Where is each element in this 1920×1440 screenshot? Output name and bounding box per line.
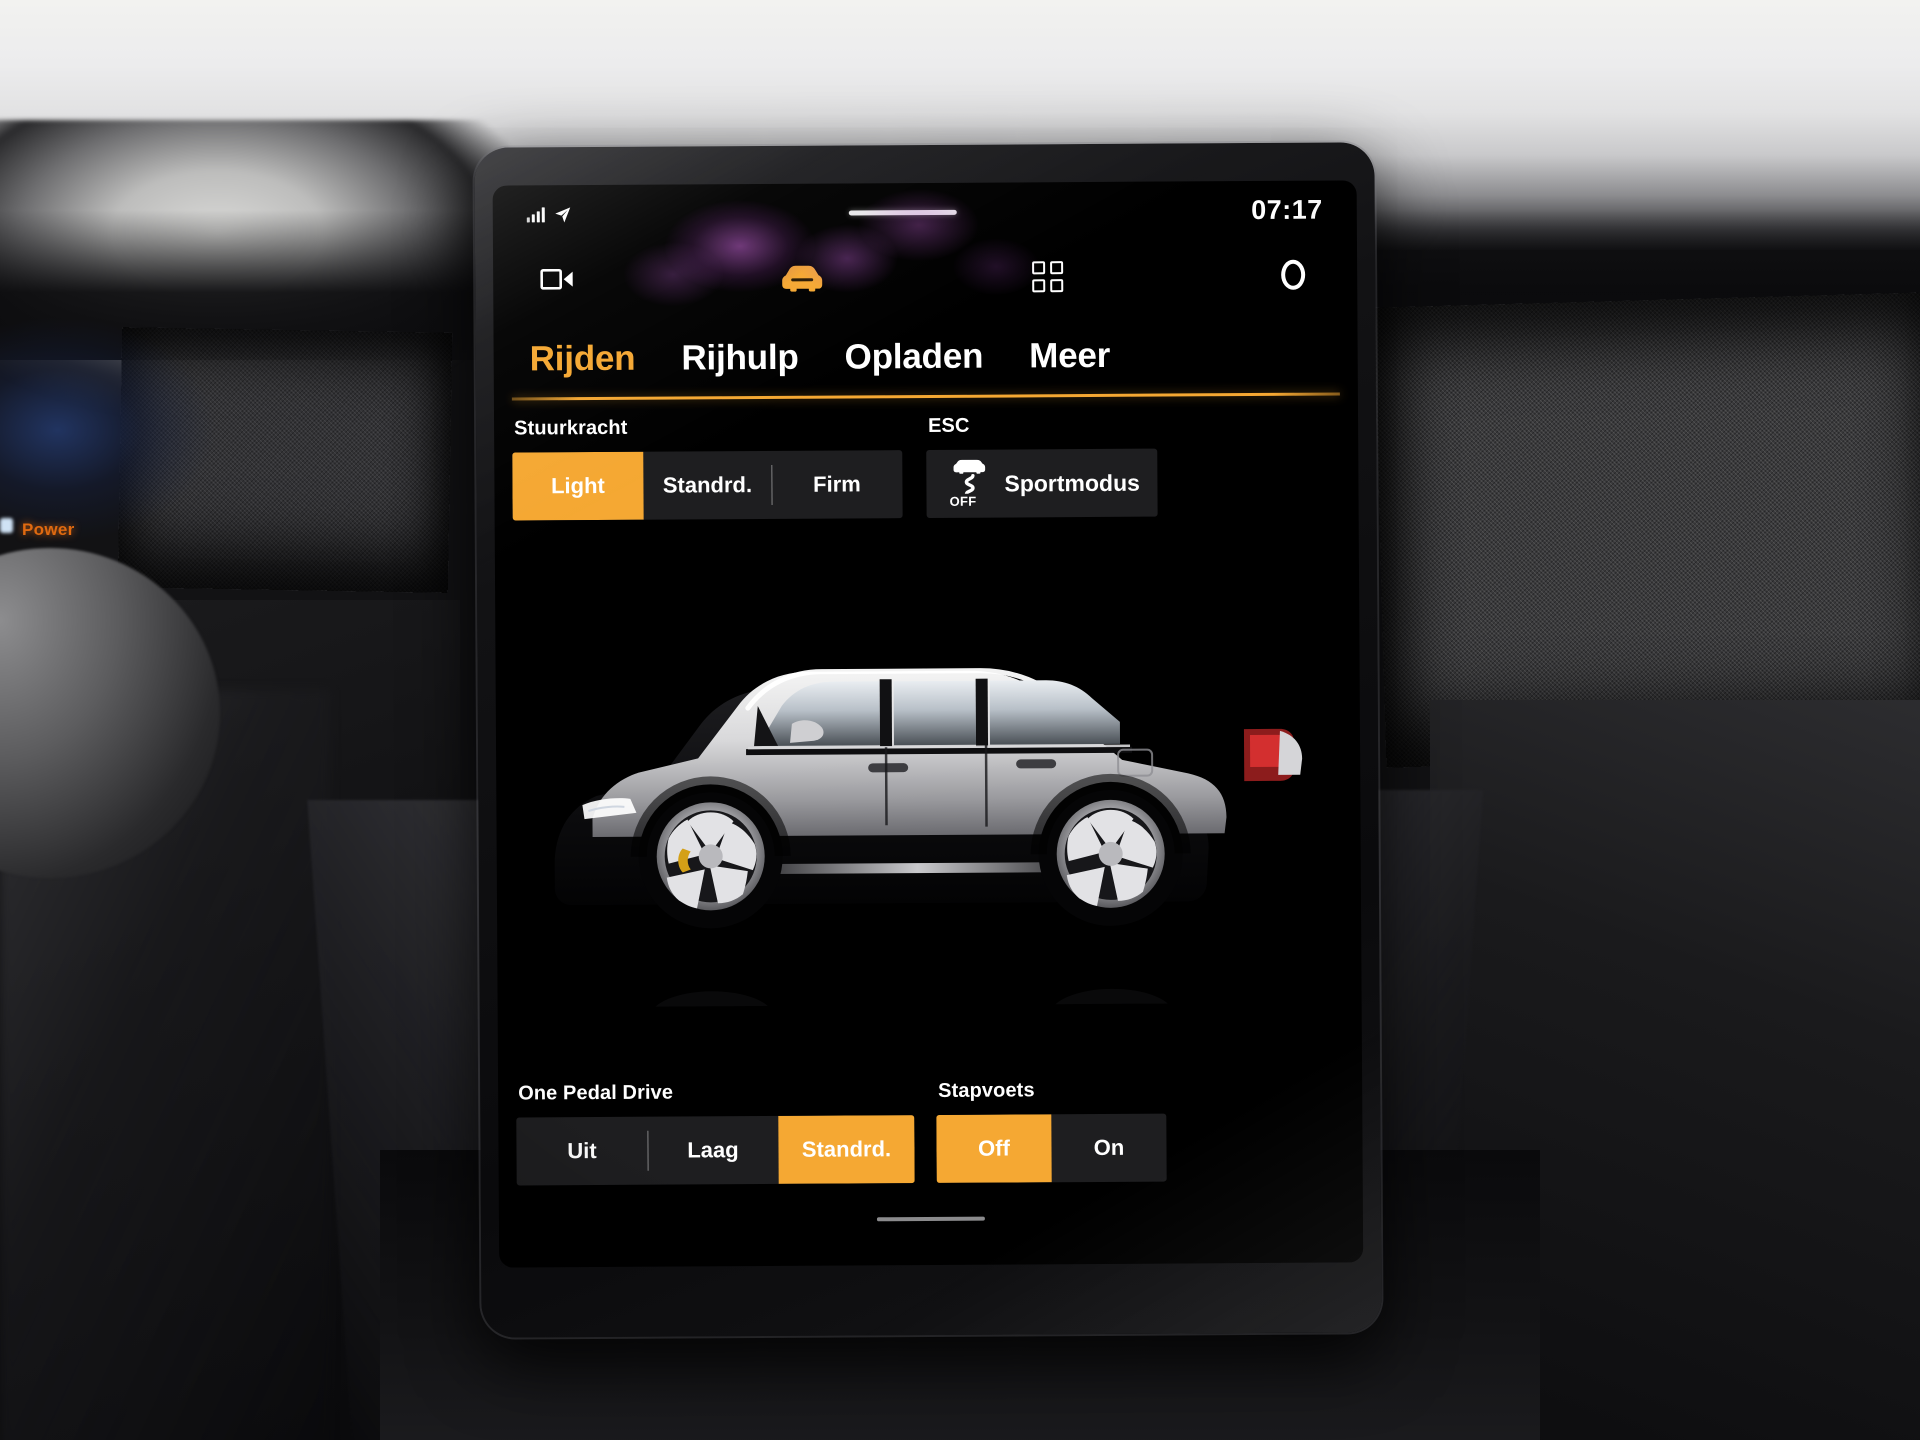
opd-option-laag[interactable]: Laag xyxy=(647,1116,778,1185)
vehicle-rear-door-handle xyxy=(1016,759,1057,769)
steering-option-firm[interactable]: Firm xyxy=(771,450,902,519)
signal-bars-icon xyxy=(526,206,545,222)
clock: 07:17 xyxy=(1251,194,1323,225)
esc-sportmodus-label: Sportmodus xyxy=(1004,469,1140,497)
drag-handle-top-icon[interactable] xyxy=(848,209,957,215)
car-icon[interactable] xyxy=(772,251,832,305)
vehicle-rocker-trim xyxy=(768,862,1067,874)
vehicle-hero-svg xyxy=(554,668,1303,1008)
apps-grid-icon-glyph xyxy=(1032,260,1064,292)
tab-rijhulp[interactable]: Rijhulp xyxy=(675,336,804,381)
icon-spacer-2 xyxy=(833,276,1018,277)
esc-skid-car-icon-glyph xyxy=(953,459,986,496)
creep-group: Stapvoets Off On xyxy=(936,1079,1167,1183)
camera-icon-glyph xyxy=(540,268,573,290)
creep-option-off[interactable]: Off xyxy=(936,1114,1052,1183)
car-icon-glyph xyxy=(782,265,823,292)
esc-sportmodus-button[interactable]: OFF Sportmodus xyxy=(926,448,1159,519)
camera-icon[interactable] xyxy=(527,252,587,306)
status-left-group xyxy=(526,205,572,223)
bottom-controls-row: One Pedal Drive Uit Laag Standrd. Stapvo… xyxy=(516,1077,1345,1186)
drag-handle-bottom-icon[interactable] xyxy=(876,1216,985,1222)
dashboard-fabric-right xyxy=(1373,292,1920,768)
one-pedal-drive-segmented: Uit Laag Standrd. xyxy=(516,1115,915,1186)
quick-icon-bar xyxy=(493,238,1357,315)
steering-force-segmented: Light Standrd. Firm xyxy=(512,450,903,521)
one-pedal-drive-group: One Pedal Drive Uit Laag Standrd. xyxy=(516,1080,915,1186)
cluster-indicator-dot xyxy=(0,518,13,533)
drive-settings-content: Stuurkracht Light Standrd. Firm ESC OFF … xyxy=(494,402,1363,1267)
vehicle-quarter-window xyxy=(989,680,1121,745)
icon-spacer-3 xyxy=(1078,275,1263,276)
navigation-arrow-icon xyxy=(555,207,571,223)
esc-off-badge: OFF xyxy=(949,493,977,509)
esc-label: ESC xyxy=(928,414,970,437)
tab-meer[interactable]: Meer xyxy=(1023,334,1116,379)
infotainment-head-unit: 07:17 Rijden Rijhulp Opladen Meer Stuurk… xyxy=(474,142,1382,1338)
opd-option-uit[interactable]: Uit xyxy=(516,1117,647,1186)
status-center-group xyxy=(572,208,1233,217)
creep-segmented: Off On xyxy=(936,1113,1167,1183)
vehicle-hero-image xyxy=(495,602,1361,1008)
apps-grid-icon[interactable] xyxy=(1018,249,1078,303)
one-pedal-drive-label: One Pedal Drive xyxy=(518,1081,674,1105)
infotainment-screen[interactable]: 07:17 Rijden Rijhulp Opladen Meer Stuurk… xyxy=(492,180,1364,1268)
vehicle-rear-window xyxy=(893,680,977,746)
tab-rijden[interactable]: Rijden xyxy=(524,337,642,382)
status-bar: 07:17 xyxy=(493,180,1357,243)
top-controls-row: Stuurkracht Light Standrd. Firm ESC OFF … xyxy=(512,412,1341,521)
creep-label: Stapvoets xyxy=(938,1079,1035,1102)
icon-spacer-1 xyxy=(587,278,772,279)
tab-opladen[interactable]: Opladen xyxy=(838,335,989,380)
tab-bar: Rijden Rijhulp Opladen Meer xyxy=(493,318,1357,395)
opd-option-standard[interactable]: Standrd. xyxy=(778,1115,915,1184)
cluster-power-label: Power xyxy=(22,520,75,539)
steering-force-label: Stuurkracht xyxy=(514,416,628,440)
vehicle-front-door-handle xyxy=(868,763,909,773)
profile-circle-icon-glyph xyxy=(1281,259,1306,290)
esc-skid-car-icon: OFF xyxy=(948,459,990,509)
creep-option-on[interactable]: On xyxy=(1051,1114,1166,1183)
car-interior-scene: Power 07:17 Rijden Rijhulp Opladen Meer … xyxy=(0,0,1920,1440)
steering-force-group: Stuurkracht Light Standrd. Firm xyxy=(512,415,903,521)
steering-option-light[interactable]: Light xyxy=(512,451,644,521)
esc-group: ESC OFF Sportmodus xyxy=(926,414,1159,519)
profile-circle-icon[interactable] xyxy=(1263,248,1323,302)
steering-option-standard[interactable]: Standrd. xyxy=(643,451,771,520)
